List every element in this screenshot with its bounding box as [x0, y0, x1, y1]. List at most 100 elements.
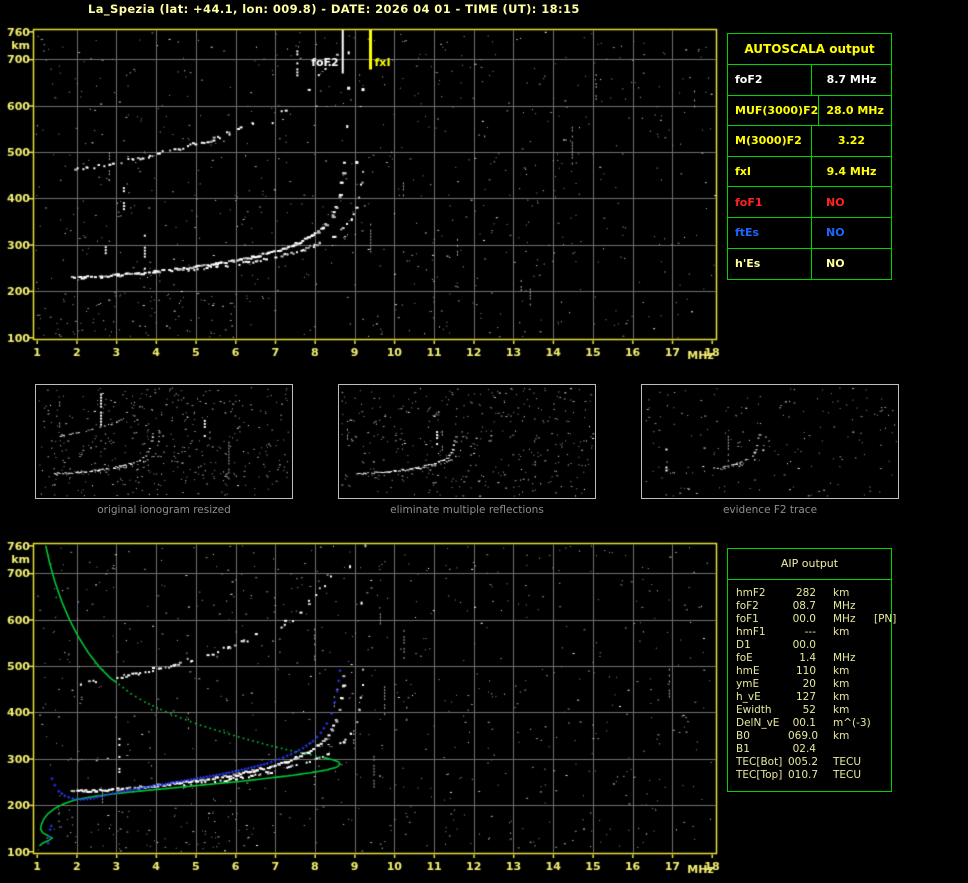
aip-panel-title: AIP output	[728, 549, 891, 580]
cell-aip-val: 00.1	[792, 717, 816, 729]
cell-aip-val: 1.4	[799, 652, 816, 664]
table-row: hmF2 282 km	[736, 587, 891, 600]
cell-name: TEC[Top]	[736, 769, 783, 781]
parameter-label: foF2	[735, 73, 763, 87]
table-row: hmE 110 km	[736, 665, 891, 678]
table-row: M(3000)F2 3.22	[728, 126, 891, 157]
parameter-label: h'Es	[735, 257, 761, 271]
cell-unit: km	[833, 678, 850, 690]
table-row: foF1 NO	[728, 187, 891, 218]
cell-note	[874, 743, 891, 756]
cell-name: h_vE	[736, 691, 761, 703]
table-row: hmF1 --- km	[736, 626, 891, 639]
station-title: La_Spezia (lat: +44.1, lon: 009.8) - DAT…	[88, 2, 580, 16]
cell-note	[874, 600, 891, 613]
cell-unit: km	[833, 626, 850, 638]
parameter-label: foF1	[735, 195, 763, 209]
cell-note	[874, 639, 891, 652]
table-row: ymE 20 km	[736, 678, 891, 691]
cell-aip-val: 00.0	[792, 613, 816, 625]
table-row: B0 069.0 km	[736, 730, 891, 743]
cell-name: DelN_vE	[736, 717, 780, 729]
cell-unit: MHz	[833, 652, 856, 664]
cell-name: foF2	[736, 600, 759, 612]
cell-unit: km	[833, 704, 850, 716]
cell-unit: TECU	[833, 769, 862, 781]
cell-note	[874, 717, 891, 730]
parameter-value: NO	[811, 248, 891, 280]
cell-aip-val: 02.4	[792, 743, 816, 755]
table-row: foE 1.4 MHz	[736, 652, 891, 665]
cell-name: foF1	[736, 613, 759, 625]
table-row: B1 02.4	[736, 743, 891, 756]
cell-note	[874, 587, 891, 600]
parameter-label: M(3000)F2	[735, 134, 802, 148]
cell-unit: km	[833, 691, 850, 703]
cell-aip-val: 52	[802, 704, 816, 716]
thumbnail-eliminate-reflections	[338, 384, 596, 499]
cell-unit: MHz	[833, 600, 856, 612]
table-row: h'Es NO	[728, 248, 891, 280]
cell-unit	[833, 743, 874, 756]
table-row: ftEs NO	[728, 217, 891, 249]
parameter-value: NO	[811, 217, 891, 248]
cell-name: hmE	[736, 665, 760, 677]
table-row: TEC[Top] 010.7 TECU	[736, 769, 891, 782]
aip-table: hmF2 282 km foF2 08.7 MHz foF1 00.0 MHz [PN] hmF1 -…	[728, 580, 896, 782]
parameter-value: NO	[811, 187, 891, 217]
table-row: foF2 8.7 MHz	[728, 65, 891, 96]
cell-note	[874, 704, 891, 717]
cell-aip-val: 010.7	[788, 769, 819, 781]
cell-note	[874, 756, 891, 769]
thumbnail-caption: eliminate multiple reflections	[390, 504, 544, 516]
parameter-label: MUF(3000)F2	[735, 103, 819, 117]
thumbnail-caption: original ionogram resized	[97, 504, 231, 516]
cell-unit	[833, 639, 874, 652]
cell-unit: m^(-3)	[833, 717, 871, 729]
cell-name: TEC[Bot]	[736, 756, 783, 768]
bottom-ionogram-canvas	[0, 538, 724, 878]
cell-note	[874, 652, 891, 665]
cell-unit: MHz	[833, 613, 856, 625]
aip-panel: AIP output hmF2 282 km foF2 08.7 MHz foF1 00.0 M…	[727, 548, 896, 792]
cell-aip-val: 00.0	[792, 639, 816, 651]
parameter-value: 28.0 MHz	[818, 95, 891, 126]
table-row: foF2 08.7 MHz	[736, 600, 891, 613]
cell-name: hmF1	[736, 626, 766, 638]
cell-note	[874, 626, 891, 639]
table-row: MUF(3000)F2 28.0 MHz	[728, 95, 891, 127]
cell-unit: km	[833, 730, 850, 742]
cell-aip-val: ---	[804, 626, 816, 638]
parameter-value: 8.7 MHz	[811, 65, 891, 95]
cell-aip-val: 110	[795, 665, 816, 677]
cell-name: foE	[736, 652, 753, 664]
table-row: DelN_vE 00.1 m^(-3)	[736, 717, 891, 730]
cell-unit: TECU	[833, 756, 862, 768]
cell-note	[874, 665, 891, 678]
cell-aip-val: 005.2	[788, 756, 819, 768]
table-row: foF1 00.0 MHz [PN]	[736, 613, 896, 626]
table-row: Ewidth 52 km	[736, 704, 891, 717]
cell-note	[874, 678, 891, 691]
thumbnail-caption: evidence F2 trace	[722, 504, 818, 516]
cell-name: hmF2	[736, 587, 766, 599]
cell-name: ymE	[736, 678, 760, 690]
cell-name: B0	[736, 730, 750, 742]
cell-aip-val: 08.7	[792, 600, 816, 612]
parameter-value: 3.22	[811, 126, 891, 156]
cell-note: [PN]	[874, 613, 897, 625]
parameter-value: 9.4 MHz	[811, 156, 891, 187]
cell-aip-val: 282	[795, 587, 816, 599]
cell-unit: km	[833, 587, 850, 599]
cell-name: Ewidth	[736, 704, 772, 716]
table-row: D1 00.0	[736, 639, 891, 652]
autoscala-panel-title: AUTOSCALA output	[728, 34, 891, 65]
cell-aip-val: 127	[795, 691, 816, 703]
table-row: h_vE 127 km	[736, 691, 891, 704]
thumbnail-original-ionogram	[35, 384, 293, 499]
cell-note	[874, 769, 891, 782]
autoscala-app-window: { "header": { "title": "La_Spezia (lat: …	[0, 0, 968, 883]
cell-aip-val: 069.0	[788, 730, 819, 742]
top-ionogram-canvas	[0, 24, 724, 364]
cell-aip-val: 20	[802, 678, 816, 690]
